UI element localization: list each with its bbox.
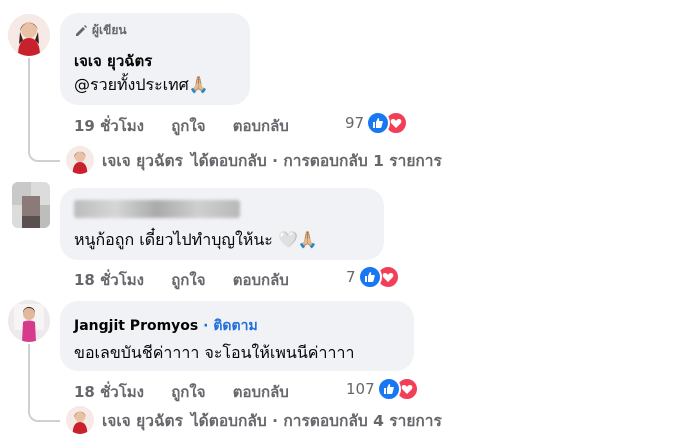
author-badge: ผู้เขียน <box>74 21 127 40</box>
reaction-summary[interactable]: 97 <box>345 111 409 135</box>
comment-bubble: Jangjit Promyos · ติดตาม ขอเลขบันชีค่าาา… <box>60 301 414 371</box>
avatar[interactable] <box>12 182 50 228</box>
like-reaction-icon <box>366 111 391 135</box>
like-button[interactable]: ถูกใจ <box>171 117 205 135</box>
comment-bubble: ผู้เขียน เจเจ ยุวฉัตร @รวยทั้งประเทศ🙏🏼 <box>60 13 250 105</box>
follow-link[interactable]: · ติดตาม <box>203 318 258 334</box>
pencil-icon <box>76 24 87 36</box>
reaction-count: 97 <box>345 114 365 132</box>
like-button[interactable]: ถูกใจ <box>171 271 205 289</box>
comment-actions: 18 ชั่วโมง ถูกใจ ตอบกลับ <box>74 380 311 404</box>
blurred-author-name[interactable] <box>74 200 240 218</box>
avatar <box>66 146 94 174</box>
comment-author-name[interactable]: เจเจ ยุวฉัตร <box>74 49 152 73</box>
replies-count-text: ได้ตอบกลับ · การตอบกลับ 1 รายการ <box>190 151 442 170</box>
comment-text: ขอเลขบันชีค่าาาา จะโอนให้เพนนีค่าาาา <box>74 343 355 362</box>
comment-time[interactable]: 18 ชั่วโมง <box>74 271 144 289</box>
thread-line <box>28 58 30 153</box>
comment-actions: 18 ชั่วโมง ถูกใจ ตอบกลับ <box>74 268 311 292</box>
reply-author-name: เจเจ ยุวฉัตร <box>102 151 183 170</box>
reply-button[interactable]: ตอบกลับ <box>233 383 289 401</box>
comment-time[interactable]: 19 ชั่วโมง <box>74 117 144 135</box>
reaction-summary[interactable]: 107 <box>346 377 419 401</box>
view-replies[interactable]: เจเจ ยุวฉัตร ได้ตอบกลับ · การตอบกลับ 1 ร… <box>66 146 442 174</box>
comment-actions: 19 ชั่วโมง ถูกใจ ตอบกลับ <box>74 114 311 138</box>
reply-author-name: เจเจ ยุวฉัตร <box>102 411 183 430</box>
like-reaction-icon <box>376 377 401 401</box>
like-button[interactable]: ถูกใจ <box>171 383 205 401</box>
reaction-count: 107 <box>346 380 375 398</box>
reaction-count: 7 <box>346 268 356 286</box>
comment-header: Jangjit Promyos · ติดตาม <box>74 315 258 337</box>
comment-text: หนูก้อถูก เดี๋ยวไปทำบุญให้นะ 🤍🙏🏼 <box>74 230 318 249</box>
comment-time[interactable]: 18 ชั่วโมง <box>74 383 144 401</box>
comment-bubble: หนูก้อถูก เดี๋ยวไปทำบุญให้นะ 🤍🙏🏼 <box>60 188 384 260</box>
reply-button[interactable]: ตอบกลับ <box>233 117 289 135</box>
thread-elbow <box>28 400 60 422</box>
reply-button[interactable]: ตอบกลับ <box>233 271 289 289</box>
view-replies[interactable]: เจเจ ยุวฉัตร ได้ตอบกลับ · การตอบกลับ 4 ร… <box>66 406 442 434</box>
avatar <box>66 406 94 434</box>
avatar[interactable] <box>8 14 50 56</box>
replies-count-text: ได้ตอบกลับ · การตอบกลับ 4 รายการ <box>190 411 442 430</box>
avatar[interactable] <box>8 300 50 342</box>
reaction-summary[interactable]: 7 <box>346 265 400 289</box>
thread-elbow <box>28 140 60 162</box>
like-reaction-icon <box>357 265 382 289</box>
comment-text: @รวยทั้งประเทศ🙏🏼 <box>74 75 209 94</box>
comment-author-name[interactable]: Jangjit Promyos <box>74 318 198 334</box>
